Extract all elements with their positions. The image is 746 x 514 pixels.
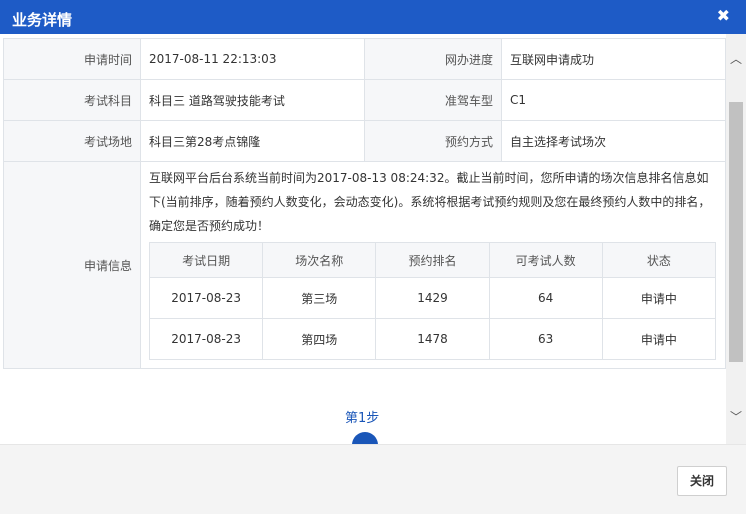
scroll-down-icon[interactable]: ﹀ bbox=[726, 402, 746, 432]
site-label: 考试场地 bbox=[3, 120, 141, 162]
scroll-up-icon[interactable]: ︿ bbox=[726, 44, 746, 74]
dialog-title: 业务详情 bbox=[12, 11, 73, 29]
session-name-cell: 第四场 bbox=[262, 318, 377, 360]
session-header-row: 考试日期 场次名称 预约排名 可考试人数 状态 bbox=[148, 242, 717, 278]
detail-row: 申请信息 互联网平台后台系统当前时间为2017-08-13 08:24:32。截… bbox=[3, 161, 726, 369]
session-name-cell: 第三场 bbox=[262, 277, 377, 319]
apply-info-message: 互联网平台后台系统当前时间为2017-08-13 08:24:32。截止当前时间… bbox=[149, 171, 711, 233]
detail-row: 考试场地 科目三第28考点锦隆 预约方式 自主选择考试场次 bbox=[3, 120, 726, 162]
table-row: 2017-08-23 第三场 1429 64 申请中 bbox=[148, 277, 717, 319]
column-header: 场次名称 bbox=[262, 242, 377, 278]
apply-info-cell: 互联网平台后台系统当前时间为2017-08-13 08:24:32。截止当前时间… bbox=[140, 161, 726, 369]
step-label: 第1步 bbox=[345, 411, 380, 426]
capacity-cell: 63 bbox=[488, 318, 603, 360]
site-value: 科目三第28考点锦隆 bbox=[140, 120, 365, 162]
column-header: 可考试人数 bbox=[488, 242, 603, 278]
column-header: 预约排名 bbox=[375, 242, 490, 278]
rank-cell: 1478 bbox=[375, 318, 490, 360]
column-header: 状态 bbox=[601, 242, 717, 278]
apply-time-label: 申请时间 bbox=[3, 38, 141, 80]
column-header: 考试日期 bbox=[148, 242, 264, 278]
progress-value: 互联网申请成功 bbox=[501, 38, 726, 80]
subject-label: 考试科目 bbox=[3, 79, 141, 121]
scrollbar-thumb[interactable] bbox=[729, 102, 743, 362]
status-cell: 申请中 bbox=[601, 277, 717, 319]
table-row: 2017-08-23 第四场 1478 63 申请中 bbox=[148, 318, 717, 360]
rank-cell: 1429 bbox=[375, 277, 490, 319]
progress-label: 网办进度 bbox=[364, 38, 502, 80]
capacity-cell: 64 bbox=[488, 277, 603, 319]
apply-time-value: 2017-08-11 22:13:03 bbox=[140, 38, 365, 80]
apply-info-label: 申请信息 bbox=[3, 161, 141, 369]
exam-date-cell: 2017-08-23 bbox=[148, 277, 264, 319]
detail-table: 申请时间 2017-08-11 22:13:03 网办进度 互联网申请成功 考试… bbox=[3, 38, 726, 369]
dialog-titlebar: 业务详情 ✖ bbox=[0, 0, 746, 34]
booking-label: 预约方式 bbox=[364, 120, 502, 162]
vertical-scrollbar[interactable]: ︿ ﹀ bbox=[726, 34, 746, 444]
dialog-content: 申请时间 2017-08-11 22:13:03 网办进度 互联网申请成功 考试… bbox=[0, 34, 726, 444]
detail-row: 考试科目 科目三 道路驾驶技能考试 准驾车型 C1 bbox=[3, 79, 726, 121]
close-button[interactable]: 关闭 bbox=[677, 466, 727, 496]
exam-date-cell: 2017-08-23 bbox=[148, 318, 264, 360]
vehicle-label: 准驾车型 bbox=[364, 79, 502, 121]
detail-row: 申请时间 2017-08-11 22:13:03 网办进度 互联网申请成功 bbox=[3, 38, 726, 80]
booking-value: 自主选择考试场次 bbox=[501, 120, 726, 162]
subject-value: 科目三 道路驾驶技能考试 bbox=[140, 79, 365, 121]
vehicle-value: C1 bbox=[501, 79, 726, 121]
session-table: 考试日期 场次名称 预约排名 可考试人数 状态 2017-08-23 第三场 1… bbox=[148, 242, 717, 360]
step-marker bbox=[352, 432, 378, 444]
dialog-footer: 关闭 bbox=[0, 444, 746, 514]
close-icon[interactable]: ✖ bbox=[717, 8, 730, 24]
status-cell: 申请中 bbox=[601, 318, 717, 360]
